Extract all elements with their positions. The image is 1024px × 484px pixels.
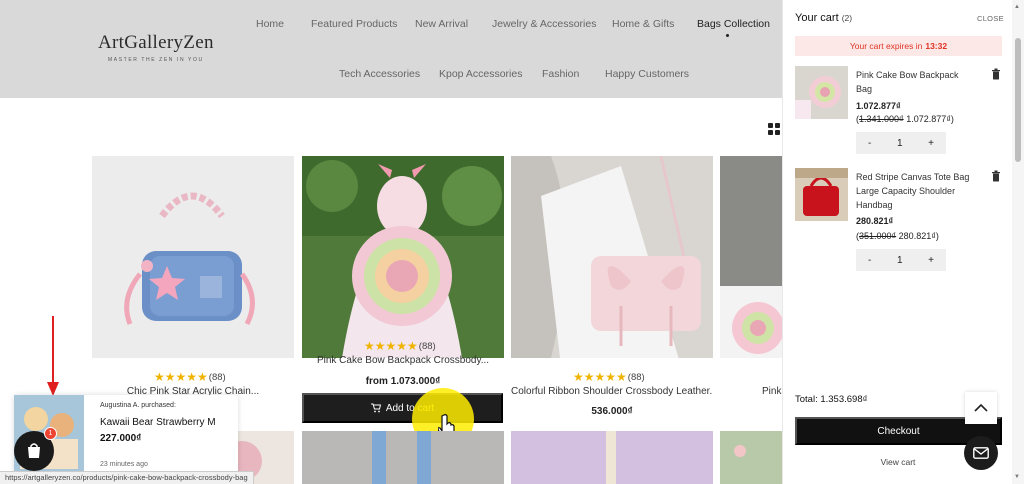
product-card[interactable] [720,156,782,358]
trash-icon[interactable] [991,68,1001,80]
cart-icon [370,403,381,413]
product-rating: ★★★★★ (88) [364,339,436,353]
scroll-up-arrow[interactable]: ▲ [1014,4,1020,10]
product-rating: ★★★★★ (88) [154,370,226,384]
product-price: 536.000₫ [591,406,633,417]
quantity-stepper[interactable]: - 1 + [856,249,946,271]
product-card[interactable] [511,156,713,358]
product-image[interactable] [720,156,782,358]
cart-expiry-banner: Your cart expires in 13:32 [795,36,1002,56]
mail-icon [973,447,989,459]
product-title[interactable]: Pink Cake Bow Backpack Crossbody... [302,355,504,366]
nav-fashion[interactable]: Fashion [542,68,579,80]
cart-item: Red Stripe Canvas Tote Bag Large Capacit… [795,168,1005,278]
red-arrow-annotation [47,316,59,396]
logo-tagline: MASTER THE ZEN IN YOU [108,57,204,63]
cart-title: Your cart (2) [795,12,853,24]
product-image[interactable] [720,431,782,484]
grid-view-icon[interactable] [768,123,780,135]
scrollbar-thumb[interactable] [1015,38,1021,162]
qty-decrease-button[interactable]: - [868,138,871,149]
scroll-down-arrow[interactable]: ▼ [1014,474,1020,480]
nav-home-gifts[interactable]: Home & Gifts [612,18,674,30]
chevron-up-icon [974,403,988,412]
popup-price: 227.000₫ [100,433,142,444]
cart-total: Total: 1.353.698₫ [795,394,868,405]
qty-increase-button[interactable]: + [928,138,934,149]
cart-item-image[interactable] [795,66,848,119]
nav-jewelry-accessories[interactable]: Jewelry & Accessories [492,18,596,30]
product-image[interactable] [302,431,504,484]
qty-increase-button[interactable]: + [928,255,934,266]
cart-item-compare-price: (351.000₫ 280.821₫) [856,231,939,241]
popup-item-name[interactable]: Kawaii Bear Strawberry M [100,417,216,428]
popup-buyer: Augustina A. purchased: [100,402,176,409]
product-card[interactable] [92,156,294,358]
nav-new-arrival[interactable]: New Arrival [415,18,468,30]
product-image[interactable] [511,156,713,358]
logo[interactable]: ArtGalleryZen MASTER THE ZEN IN YOU [98,32,214,63]
cart-item: Pink Cake Bow Backpack Bag 1.072.877₫ (1… [795,66,1005,161]
product-image[interactable] [302,156,504,358]
cart-close-button[interactable]: CLOSE [977,14,1004,23]
store-page: ArtGalleryZen MASTER THE ZEN IN YOU Home… [0,0,782,484]
cart-item-image[interactable] [795,168,848,221]
product-card[interactable] [302,156,504,358]
product-image[interactable] [511,431,713,484]
nav-kpop-accessories[interactable]: Kpop Accessories [439,68,522,80]
product-rating: ★★★★★ (88) [573,370,645,384]
shopify-bag-icon [28,443,40,458]
nav-happy-customers[interactable]: Happy Customers [605,68,689,80]
cart-item-compare-price: (1.341.000₫ 1.072.877₫) [856,114,954,124]
nav-featured-products[interactable]: Featured Products [311,18,397,30]
cart-item-price: 280.821₫ [856,216,894,226]
back-to-top-button[interactable] [965,392,997,424]
product-image[interactable] [92,156,294,358]
trash-icon[interactable] [991,170,1001,182]
qty-decrease-button[interactable]: - [868,255,871,266]
popup-time: 23 minutes ago [100,461,148,468]
cart-count: (2) [841,13,853,23]
logo-text: ArtGalleryZen [98,32,214,53]
contact-mail-button[interactable] [964,436,998,470]
nav-tech-accessories[interactable]: Tech Accessories [339,68,420,80]
product-title[interactable]: Pink [762,386,782,397]
cart-item-name[interactable]: Red Stripe Canvas Tote Bag Large Capacit… [856,170,972,212]
nav-bags-collection[interactable]: Bags Collection [697,18,770,30]
quantity-stepper[interactable]: - 1 + [856,132,946,154]
browser-status-url: https://artgalleryzen.co/products/pink-c… [0,471,254,484]
shop-notification-badge: 1 [44,427,57,440]
cart-item-name[interactable]: Pink Cake Bow Backpack Bag [856,68,972,96]
active-nav-indicator [726,34,729,37]
qty-value[interactable]: 1 [897,255,903,266]
cart-expiry-timer: 13:32 [925,41,948,51]
product-price: from 1.073.000₫ [365,376,441,387]
nav-home[interactable]: Home [256,18,284,30]
cart-item-price: 1.072.877₫ [856,101,901,111]
qty-value[interactable]: 1 [897,138,903,149]
site-header: ArtGalleryZen MASTER THE ZEN IN YOU Home… [0,0,782,98]
product-title[interactable]: Colorful Ribbon Shoulder Crossbody Leath… [511,386,713,397]
